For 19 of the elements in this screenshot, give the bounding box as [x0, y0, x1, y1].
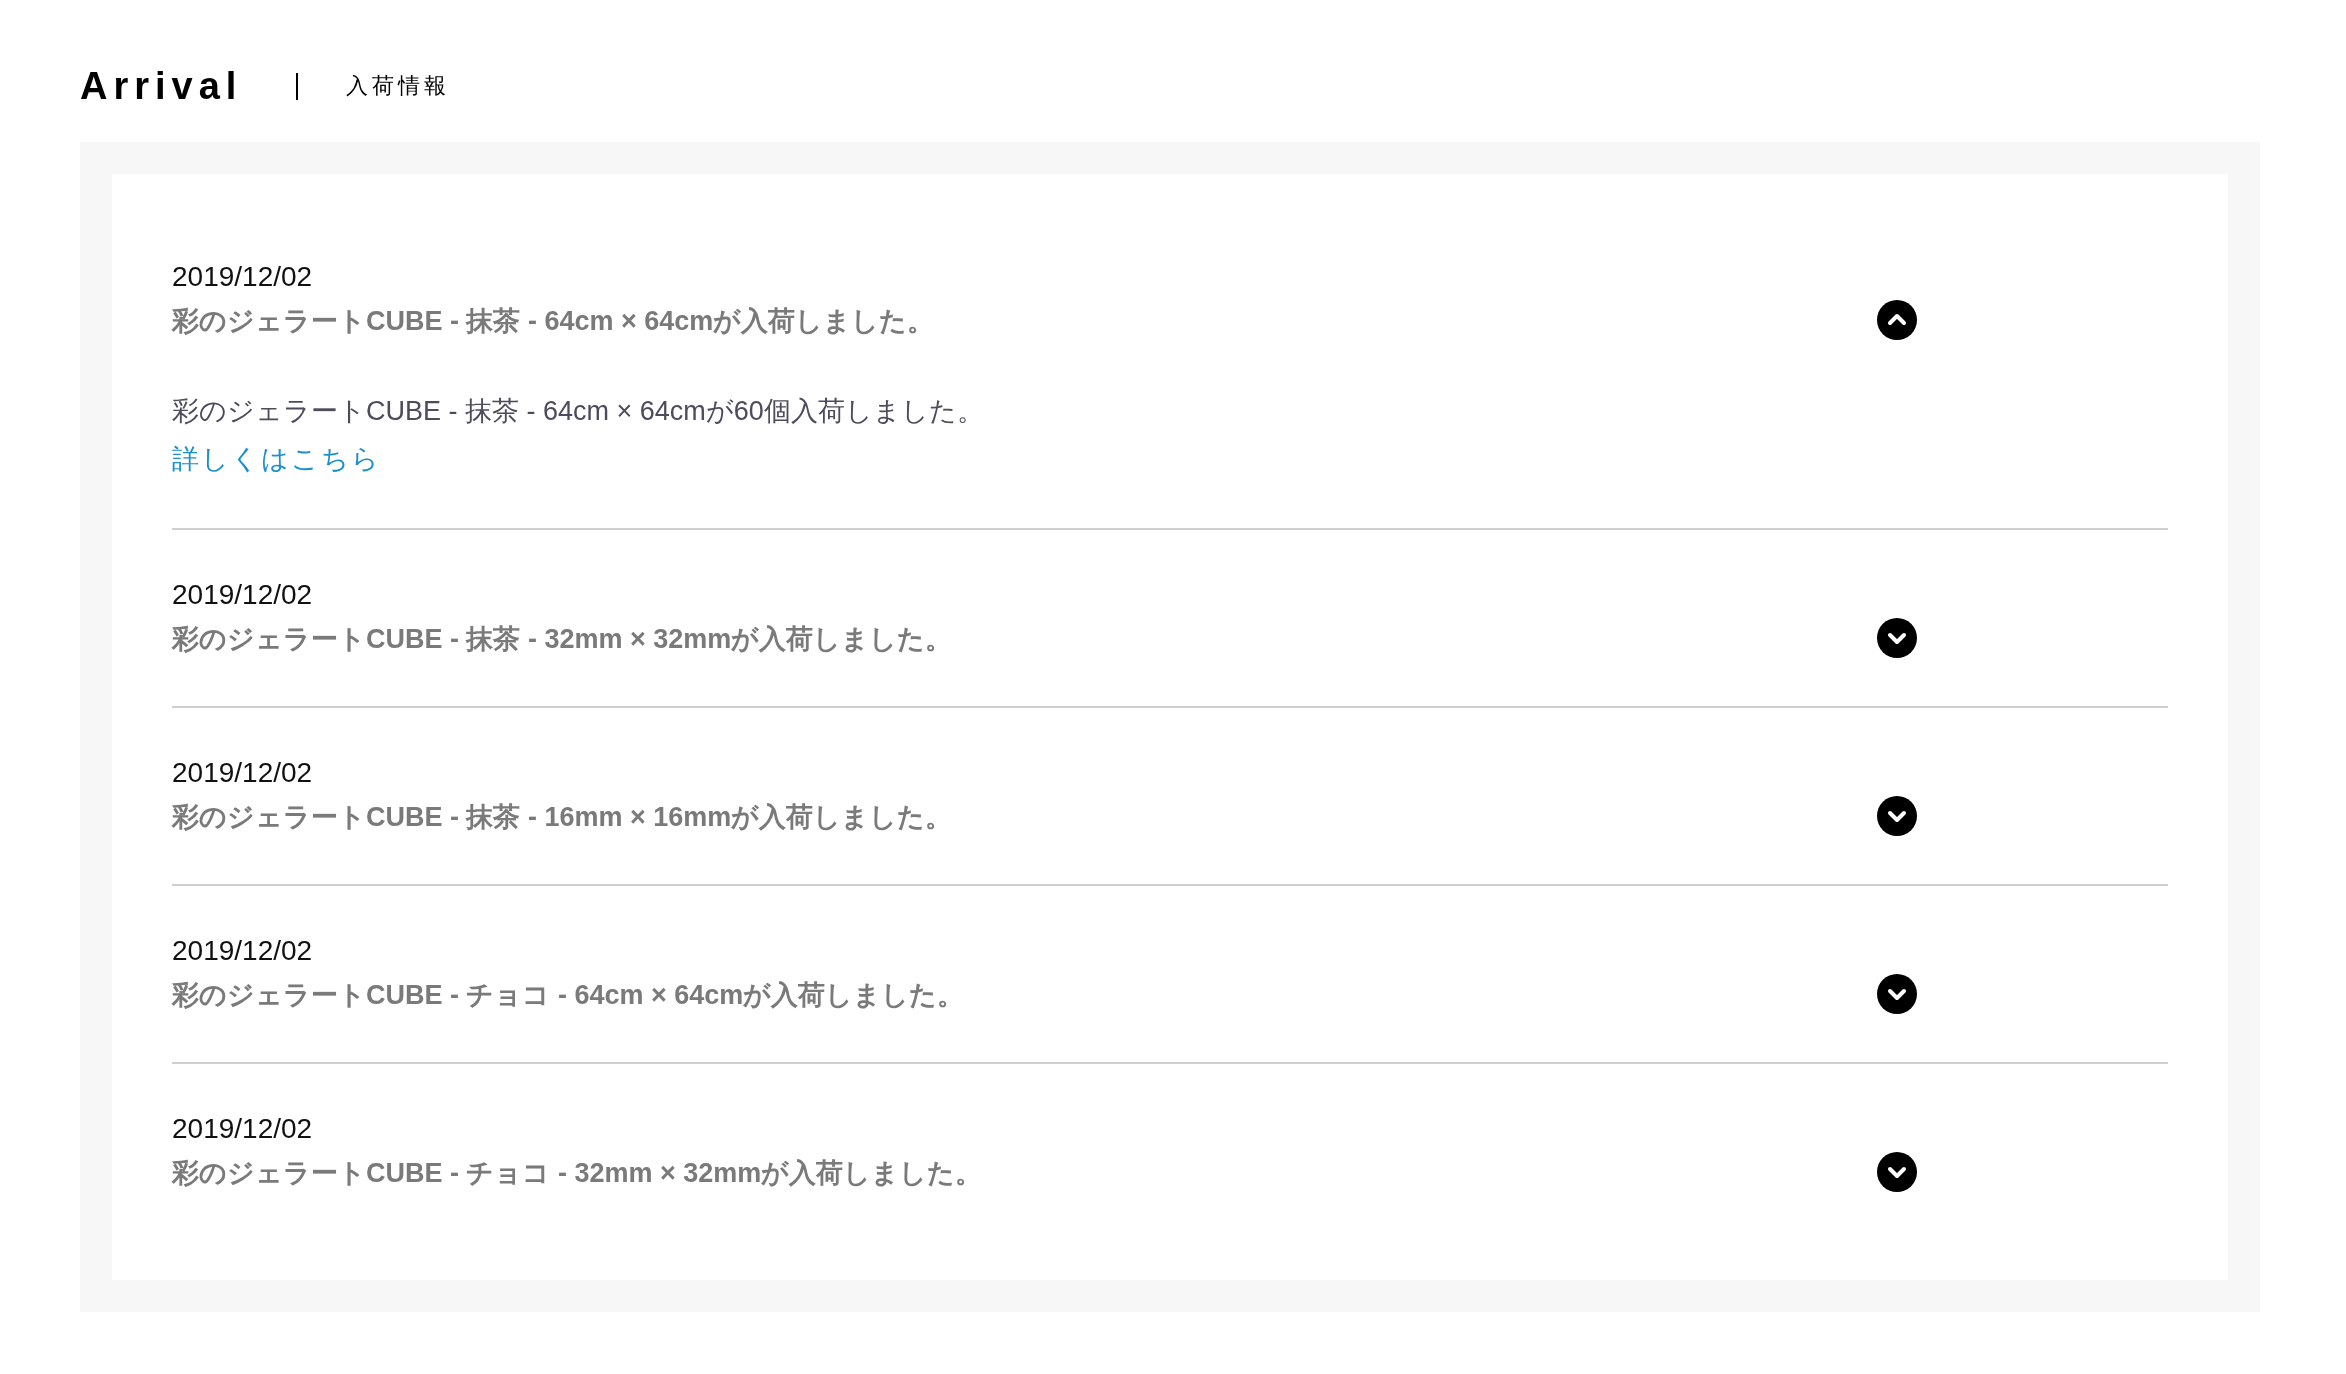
- item-date: 2019/12/02: [172, 934, 313, 968]
- page-subtitle: 入荷情報: [346, 75, 451, 97]
- item-title: 彩のジェラートCUBE - チョコ - 64cm × 64cmが入荷しました。: [172, 979, 965, 1012]
- chevron-down-icon[interactable]: [1877, 796, 1917, 836]
- details-link[interactable]: 詳しくはこちら: [172, 435, 381, 483]
- item-title: 彩のジェラートCUBE - 抹茶 - 32mm × 32mmが入荷しました。: [172, 623, 953, 656]
- chevron-down-icon[interactable]: [1877, 974, 1917, 1014]
- item-title: 彩のジェラートCUBE - 抹茶 - 64cm × 64cmが入荷しました。: [172, 305, 935, 338]
- item-title: 彩のジェラートCUBE - 抹茶 - 16mm × 16mmが入荷しました。: [172, 801, 953, 834]
- item-date: 2019/12/02: [172, 756, 313, 790]
- item-title: 彩のジェラートCUBE - チョコ - 32mm × 32mmが入荷しました。: [172, 1157, 983, 1190]
- chevron-down-icon[interactable]: [1877, 1152, 1917, 1192]
- item-date: 2019/12/02: [172, 578, 313, 612]
- item-detail-text: 彩のジェラートCUBE - 抹茶 - 64cm × 64cmが60個入荷しました。: [172, 395, 984, 428]
- chevron-up-icon[interactable]: [1877, 300, 1917, 340]
- page-title: Arrival: [80, 67, 243, 105]
- item-date: 2019/12/02: [172, 1112, 313, 1146]
- item-date: 2019/12/02: [172, 260, 313, 294]
- chevron-down-icon[interactable]: [1877, 618, 1917, 658]
